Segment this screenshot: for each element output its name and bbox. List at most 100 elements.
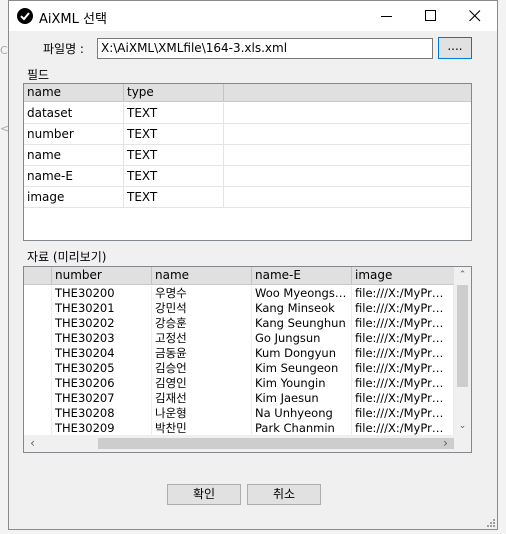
- name-cell: 김영인: [152, 376, 252, 391]
- image-cell: file:///X:/MyPr…: [352, 286, 454, 301]
- name-cell: 김승언: [152, 361, 252, 376]
- preview-table-header: number name name-E image: [24, 267, 454, 285]
- image-cell: file:///X:/MyPr…: [352, 316, 454, 331]
- fields-table-row[interactable]: name TEXT: [24, 145, 470, 166]
- preview-row-header-corner: [24, 267, 52, 284]
- name-cell: 우명수: [152, 286, 252, 301]
- fields-column-header-empty: [224, 84, 471, 101]
- name-e-cell: Kim Seungeon: [252, 361, 352, 376]
- row-indicator-cell: [24, 376, 52, 391]
- cancel-button[interactable]: 취소: [247, 484, 321, 505]
- image-cell: file:///X:/MyPr…: [352, 346, 454, 361]
- name-cell: 강승훈: [152, 316, 252, 331]
- preview-table-row[interactable]: THE30208 나운형 Na Unhyeong file:///X:/MyPr…: [24, 406, 454, 421]
- row-indicator-cell: [24, 316, 52, 331]
- field-name-cell: name-E: [24, 166, 124, 186]
- image-cell: file:///X:/MyPr…: [352, 376, 454, 391]
- number-cell: THE30205: [52, 361, 152, 376]
- fields-column-header[interactable]: name: [24, 84, 124, 101]
- vertical-scrollbar[interactable]: ⌃ ⌄: [454, 267, 471, 435]
- row-indicator-cell: [24, 421, 52, 436]
- aixml-select-dialog: AiXML 선택 파일명 : X:\AiXML\XMLfile\164-3.xl…: [8, 0, 498, 530]
- number-cell: THE30207: [52, 391, 152, 406]
- vertical-scroll-thumb[interactable]: [457, 285, 468, 387]
- name-e-cell: Kim Jaesun: [252, 391, 352, 406]
- image-cell: file:///X:/MyPr…: [352, 361, 454, 376]
- horizontal-scroll-thumb[interactable]: [98, 438, 458, 449]
- checkmark-icon: [17, 8, 33, 24]
- name-cell: 강민석: [152, 301, 252, 316]
- field-name-cell: dataset: [24, 103, 124, 123]
- name-e-cell: Kang Seunghun: [252, 316, 352, 331]
- name-e-cell: Kum Dongyun: [252, 346, 352, 361]
- preview-column-header[interactable]: image: [352, 267, 454, 284]
- horizontal-scrollbar[interactable]: ‹ ›: [24, 435, 458, 452]
- image-cell: file:///X:/MyPr…: [352, 331, 454, 346]
- name-e-cell: Na Unhyeong: [252, 406, 352, 421]
- maximize-button[interactable]: [409, 1, 453, 31]
- scrollbar-corner: [454, 435, 471, 452]
- close-button[interactable]: [453, 1, 497, 31]
- fields-section-label: 필드: [27, 68, 50, 82]
- name-e-cell: Go Jungsun: [252, 331, 352, 346]
- row-indicator-cell: [24, 286, 52, 301]
- fields-table-row[interactable]: dataset TEXT: [24, 103, 470, 124]
- preview-section-label: 자료 (미리보기): [27, 250, 107, 264]
- preview-table-row[interactable]: THE30207 김재선 Kim Jaesun file:///X:/MyPr…: [24, 391, 454, 406]
- row-indicator-cell: [24, 301, 52, 316]
- maximize-icon: [425, 10, 436, 21]
- preview-table-row[interactable]: THE30201 강민석 Kang Minseok file:///X:/MyP…: [24, 301, 454, 316]
- file-name-label: 파일명 :: [43, 42, 84, 56]
- preview-table-row[interactable]: THE30206 김영인 Kim Youngin file:///X:/MyPr…: [24, 376, 454, 391]
- preview-table-row[interactable]: THE30205 김승언 Kim Seungeon file:///X:/MyP…: [24, 361, 454, 376]
- name-cell: 고정선: [152, 331, 252, 346]
- row-indicator-cell: [24, 346, 52, 361]
- scroll-right-arrow-icon[interactable]: ›: [437, 435, 454, 452]
- image-cell: file:///X:/MyPr…: [352, 301, 454, 316]
- number-cell: THE30208: [52, 406, 152, 421]
- number-cell: THE30201: [52, 301, 152, 316]
- number-cell: THE30202: [52, 316, 152, 331]
- resize-grip-icon[interactable]: [485, 517, 495, 527]
- preview-column-header[interactable]: number: [52, 267, 152, 284]
- scroll-up-arrow-icon[interactable]: ⌃: [454, 267, 471, 284]
- fields-table-row[interactable]: name-E TEXT: [24, 166, 470, 187]
- fields-table-row[interactable]: number TEXT: [24, 124, 470, 145]
- fields-column-header[interactable]: type: [124, 84, 224, 101]
- number-cell: THE30203: [52, 331, 152, 346]
- title-bar: AiXML 선택: [9, 1, 497, 31]
- minimize-icon: [381, 16, 392, 17]
- minimize-button[interactable]: [365, 1, 409, 31]
- ok-button[interactable]: 확인: [167, 484, 241, 505]
- field-type-cell: TEXT: [124, 145, 224, 165]
- fields-table: name type dataset TEXT number TEXT name …: [23, 83, 472, 241]
- row-indicator-cell: [24, 391, 52, 406]
- preview-table-row[interactable]: THE30200 우명수 Woo Myeongs… file:///X:/MyP…: [24, 286, 454, 301]
- preview-table-row[interactable]: THE30203 고정선 Go Jungsun file:///X:/MyPr…: [24, 331, 454, 346]
- image-cell: file:///X:/MyPr…: [352, 406, 454, 421]
- field-name-cell: name: [24, 145, 124, 165]
- row-indicator-cell: [24, 331, 52, 346]
- file-path-input[interactable]: X:\AiXML\XMLfile\164-3.xls.xml: [97, 38, 433, 59]
- preview-column-header[interactable]: name-E: [252, 267, 352, 284]
- window-title: AiXML 선택: [39, 12, 107, 27]
- field-name-cell: number: [24, 124, 124, 144]
- image-cell: file:///X:/MyPr…: [352, 421, 454, 436]
- scroll-down-arrow-icon[interactable]: ⌄: [454, 418, 471, 435]
- field-type-cell: TEXT: [124, 166, 224, 186]
- image-cell: file:///X:/MyPr…: [352, 391, 454, 406]
- preview-column-header[interactable]: name: [152, 267, 252, 284]
- browse-button[interactable]: ....: [438, 37, 472, 59]
- number-cell: THE30209: [52, 421, 152, 436]
- scroll-left-arrow-icon[interactable]: ‹: [24, 435, 41, 452]
- field-type-cell: TEXT: [124, 103, 224, 123]
- number-cell: THE30206: [52, 376, 152, 391]
- preview-table-row[interactable]: THE30202 강승훈 Kang Seunghun file:///X:/My…: [24, 316, 454, 331]
- preview-table-row[interactable]: THE30204 금동윤 Kum Dongyun file:///X:/MyPr…: [24, 346, 454, 361]
- field-type-cell: TEXT: [124, 124, 224, 144]
- name-e-cell: Woo Myeongs…: [252, 286, 352, 301]
- preview-table-row[interactable]: THE30209 박찬민 Park Chanmin file:///X:/MyP…: [24, 421, 454, 436]
- fields-table-row[interactable]: image TEXT: [24, 187, 470, 208]
- name-e-cell: Kang Minseok: [252, 301, 352, 316]
- name-cell: 금동윤: [152, 346, 252, 361]
